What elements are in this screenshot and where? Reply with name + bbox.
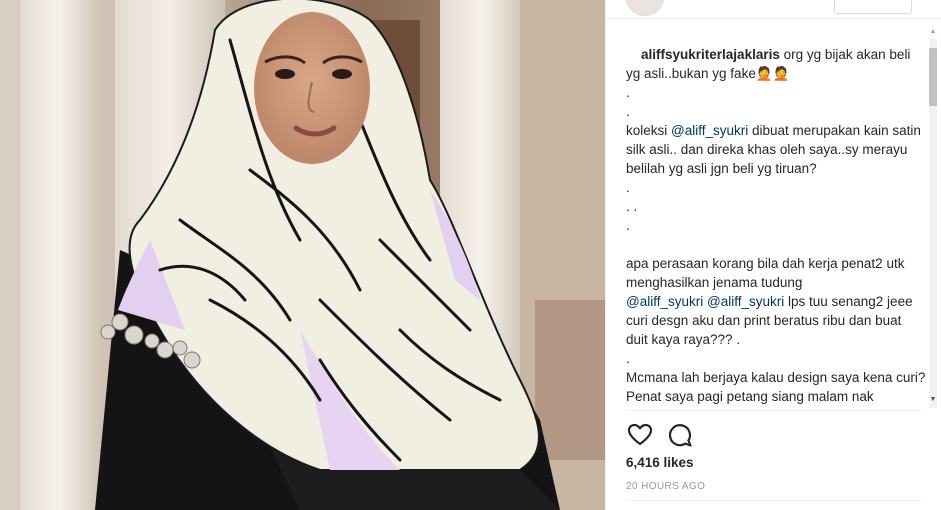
caption-scrollbar[interactable] (929, 38, 937, 408)
caption-mention-link[interactable]: @aliff_syukri (626, 294, 703, 309)
caption-mention-link[interactable]: @aliff_syukri (707, 294, 784, 309)
post-image (0, 0, 605, 510)
comment-icon (668, 424, 692, 447)
bottom-divider (626, 500, 922, 501)
likes-count[interactable]: 6,416 likes (626, 455, 694, 470)
caption-username[interactable]: aliffsyukriterlajaklaris (641, 47, 780, 62)
heart-icon (627, 423, 653, 446)
like-button[interactable] (626, 421, 654, 449)
scroll-down-arrow-icon[interactable]: ▼ (929, 396, 937, 404)
scrollbar-thumb[interactable] (929, 48, 937, 106)
post-caption: aliffsyukriterlajaklaris org yg bijak ak… (626, 26, 926, 410)
caption-text-segment: lps tuu senang2 jeee curi desgn aku dan … (626, 294, 926, 410)
post-photo[interactable] (0, 0, 605, 510)
caption-text: org yg bijak akan beli yg asli..bukan yg… (626, 47, 926, 410)
post-header (606, 0, 941, 19)
comment-button[interactable] (666, 421, 694, 449)
post-timestamp[interactable]: 20 HOURS AGO (626, 481, 705, 492)
avatar[interactable] (626, 0, 664, 16)
post-sidebar: ▲ ▼ aliffsyukriterlajaklaris org yg bija… (605, 0, 941, 510)
scroll-up-arrow-icon[interactable]: ▲ (929, 28, 937, 36)
caption-mention-link[interactable]: @aliff_syukri (671, 123, 748, 138)
actions-divider (626, 410, 922, 411)
caption-text-segment: dibuat merupakan kain satin silk asli.. … (626, 123, 921, 290)
follow-button[interactable] (834, 0, 912, 14)
